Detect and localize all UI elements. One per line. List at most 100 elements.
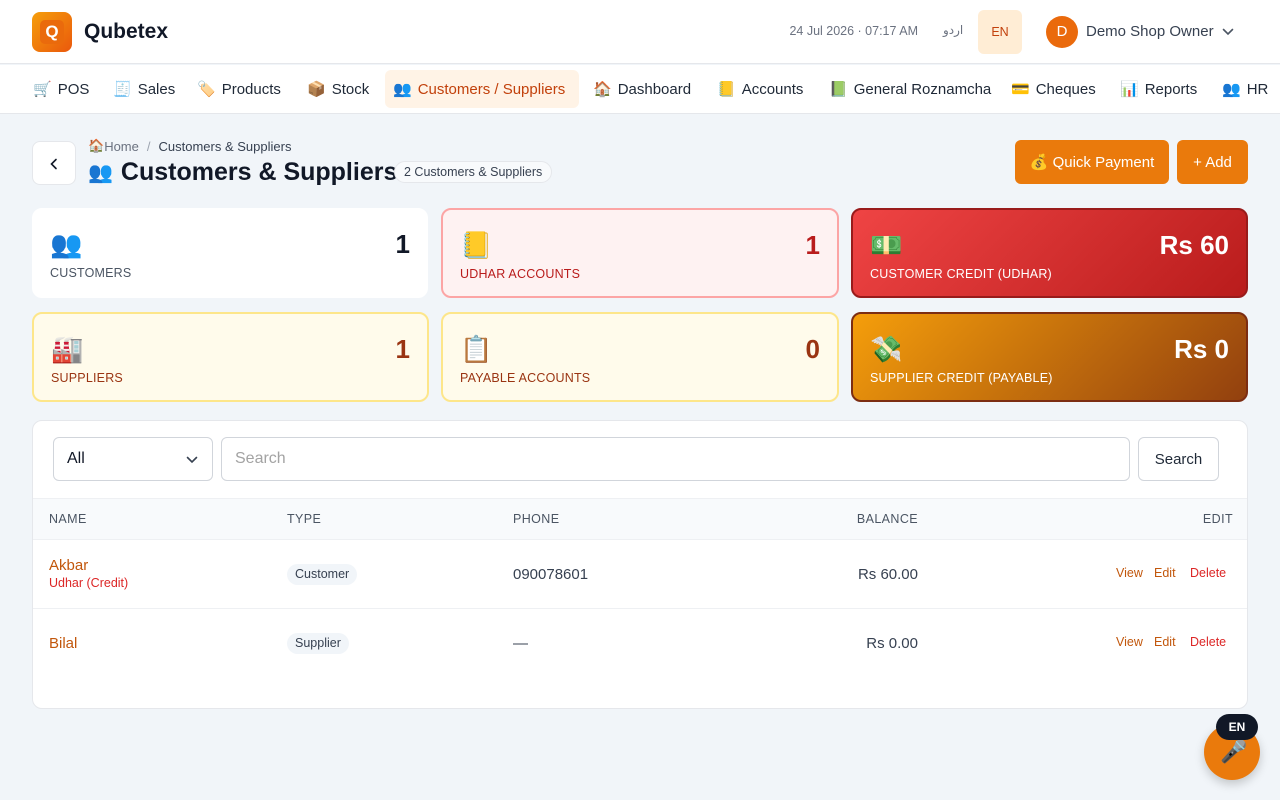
page-title-text: Customers & Suppliers — [120, 158, 398, 186]
stat-card-payable-accounts[interactable]: 📋 0 Payable Accounts — [441, 312, 839, 402]
microphone-icon: 🎤 — [1220, 739, 1248, 764]
customers-table-panel: All Search NAME TYPE PHONE BALANCE EDIT … — [32, 420, 1248, 709]
nav-label: Products — [221, 80, 281, 98]
house-icon: 🏠 — [593, 81, 612, 98]
edit-link[interactable]: Edit — [1154, 635, 1176, 649]
users-icon: 👥 — [50, 229, 83, 259]
stat-card-customers[interactable]: 👥 1 Customers — [32, 208, 428, 298]
ledger-icon: 📒 — [717, 81, 736, 98]
column-balance-header: BALANCE — [856, 512, 918, 526]
edit-link[interactable]: Edit — [1154, 566, 1176, 580]
brand-name: Qubetex — [84, 20, 169, 43]
app-logo[interactable]: Q — [32, 12, 72, 52]
nav-item-dashboard[interactable]: 🏠 Dashboard — [585, 70, 699, 108]
nav-item-stock[interactable]: 📦 Stock — [299, 70, 377, 108]
breadcrumb-separator: / — [146, 138, 151, 154]
nav-item-accounts[interactable]: 📒 Accounts — [709, 70, 811, 108]
stat-card-udhar-accounts[interactable]: 📒 1 Udhar Accounts — [441, 208, 839, 298]
table-row: Akbar Udhar (Credit) Customer 090078601 … — [33, 540, 1247, 609]
stat-card-customer-credit[interactable]: 💵 Rs 60 Customer Credit (Udhar) — [851, 208, 1248, 298]
nav-item-cheques[interactable]: 💳 Cheques — [1003, 70, 1104, 108]
voice-language-badge: EN — [1216, 714, 1258, 740]
logo-letter: Q — [40, 20, 64, 44]
nav-label: Accounts — [741, 80, 804, 98]
receipt-icon: 🧾 — [113, 81, 132, 98]
chevron-down-icon — [186, 456, 198, 464]
count-badge: 2 Customers & Suppliers — [394, 161, 553, 183]
search-button[interactable]: Search — [1138, 437, 1219, 481]
nav-item-customers-suppliers[interactable]: 👥 Customers / Suppliers — [385, 70, 579, 108]
table-row: Bilal Supplier — Rs 0.00 View Edit Delet… — [33, 609, 1247, 678]
green-book-icon: 📗 — [829, 81, 848, 98]
money-wings-icon: 💸 — [870, 334, 903, 364]
nav-label: Dashboard — [617, 80, 692, 98]
type-badge: Supplier — [287, 633, 349, 654]
language-urdu-button[interactable]: اردو — [943, 23, 963, 37]
nav-label: General Roznamcha — [853, 80, 992, 98]
row-name-link[interactable]: Bilal — [49, 635, 77, 652]
row-credit-status: Udhar (Credit) — [49, 576, 129, 590]
stat-card-suppliers[interactable]: 🏭 1 Suppliers — [32, 312, 429, 402]
type-badge: Customer — [287, 564, 358, 585]
tag-icon: 🏷️ — [197, 81, 216, 98]
nav-item-sales[interactable]: 🧾 Sales — [105, 70, 183, 108]
add-button[interactable]: + Add — [1177, 140, 1248, 184]
package-icon: 📦 — [307, 81, 326, 98]
nav-item-pos[interactable]: 🛒 POS — [25, 70, 97, 108]
stat-value: 1 — [395, 229, 410, 259]
chevron-left-icon — [50, 158, 57, 170]
bar-chart-icon: 📊 — [1120, 81, 1139, 98]
delete-link[interactable]: Delete — [1190, 566, 1226, 580]
row-balance: Rs 0.00 — [866, 635, 918, 652]
delete-link[interactable]: Delete — [1190, 635, 1226, 649]
nav-label: HR — [1246, 80, 1269, 98]
avatar[interactable]: D — [1046, 16, 1078, 48]
top-bar: Q Qubetex 24 Jul 2026 · 07:17 AM اردو EN… — [0, 0, 1280, 64]
nav-item-products[interactable]: 🏷️ Products — [189, 70, 289, 108]
type-filter-select[interactable]: All — [53, 437, 213, 481]
view-link[interactable]: View — [1116, 635, 1143, 649]
money-icon: 💵 — [870, 230, 903, 260]
users-icon: 👥 — [1222, 81, 1241, 98]
stat-value: Rs 0 — [1174, 334, 1229, 364]
type-filter-value: All — [67, 450, 85, 467]
user-name[interactable]: Demo Shop Owner — [1086, 23, 1214, 40]
column-phone-header: PHONE — [513, 512, 560, 526]
stat-value: 0 — [805, 334, 820, 364]
stat-label: Customers — [50, 266, 132, 280]
language-en-button[interactable]: EN — [978, 10, 1022, 54]
stat-card-supplier-credit[interactable]: 💸 Rs 0 Supplier Credit (Payable) — [851, 312, 1248, 402]
view-link[interactable]: View — [1116, 566, 1143, 580]
nav-label: POS — [57, 80, 90, 98]
stat-value: 1 — [805, 230, 820, 260]
nav-label: Sales — [137, 80, 176, 98]
breadcrumb: 🏠 Home / Customers & Suppliers — [88, 138, 291, 154]
nav-label: Stock — [331, 80, 370, 98]
quick-payment-button[interactable]: 💰 Quick Payment — [1015, 140, 1169, 184]
row-phone: 090078601 — [513, 566, 589, 583]
stat-label: Payable Accounts — [460, 371, 591, 385]
chevron-down-icon[interactable] — [1222, 26, 1234, 38]
stat-label: Suppliers — [51, 371, 123, 385]
house-icon: 🏠 — [88, 138, 105, 153]
nav-label: Cheques — [1035, 80, 1096, 98]
nav-label: Customers / Suppliers — [417, 80, 566, 98]
nav-item-general-roznamcha[interactable]: 📗 General Roznamcha — [821, 70, 999, 108]
nav-item-hr[interactable]: 👥 HR — [1214, 70, 1276, 108]
column-type-header: TYPE — [287, 512, 322, 526]
row-phone: — — [513, 635, 528, 652]
column-edit-header: EDIT — [1202, 512, 1233, 526]
clipboard-icon: 📋 — [460, 334, 493, 364]
search-input[interactable] — [221, 437, 1130, 481]
stat-value: Rs 60 — [1159, 230, 1229, 260]
page-title: 👥 Customers & Suppliers — [88, 158, 397, 187]
breadcrumb-home-link[interactable]: Home — [104, 139, 139, 154]
card-icon: 💳 — [1011, 81, 1030, 98]
nav-label: Reports — [1144, 80, 1198, 98]
back-button[interactable] — [32, 141, 76, 185]
nav-item-reports[interactable]: 📊 Reports — [1112, 70, 1205, 108]
cart-icon: 🛒 — [33, 81, 52, 98]
row-name-link[interactable]: Akbar — [49, 557, 88, 574]
breadcrumb-current: Customers & Suppliers — [158, 138, 292, 154]
table-header: NAME TYPE PHONE BALANCE EDIT — [33, 498, 1247, 540]
